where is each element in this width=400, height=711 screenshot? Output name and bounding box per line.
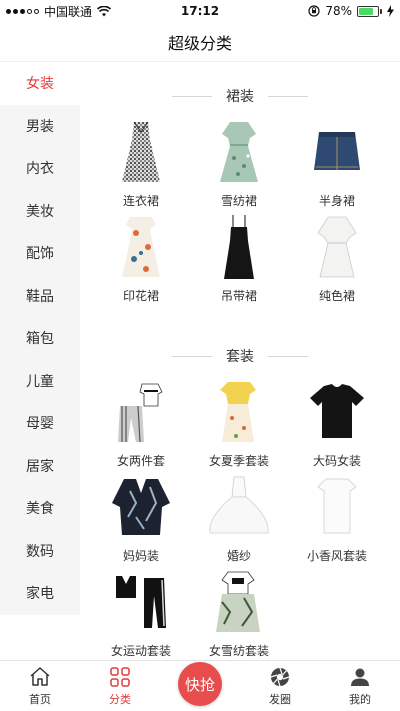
grid-item-plus-size[interactable]: 大码女装: [288, 378, 386, 473]
slip-dress-icon: [204, 213, 274, 283]
battery-icon: [357, 5, 382, 17]
tab-label: 分类: [109, 693, 131, 706]
item-label: 连衣裙: [122, 194, 159, 208]
item-label: 女两件套: [116, 454, 165, 468]
item-label: 妈妈装: [122, 549, 159, 563]
status-left: 中国联通: [6, 3, 112, 20]
status-bar: 中国联通 17:12 78%: [0, 0, 400, 22]
grid-item-dress[interactable]: 连衣裙: [92, 118, 190, 213]
sidebar-item-beauty[interactable]: 美妆: [0, 190, 80, 233]
plus-size-tee-icon: [302, 378, 372, 448]
floral-chiffon-dress-icon: [204, 118, 274, 188]
tab-moments[interactable]: 发圈: [240, 661, 320, 711]
home-icon: [30, 667, 50, 686]
sidebar-item-bags[interactable]: 箱包: [0, 317, 80, 360]
mom-outfit-icon: [106, 473, 176, 543]
carrier-name: 中国联通: [44, 4, 93, 19]
page-title: 超级分类: [167, 33, 232, 53]
sidebar-item-home[interactable]: 居家: [0, 445, 80, 488]
grid-item-sport-set[interactable]: 女运动套装: [92, 568, 190, 660]
gingham-dress-icon: [106, 118, 176, 188]
section-header-dresses: 裙装: [80, 74, 400, 118]
item-label: 女雪纺套装: [208, 644, 269, 658]
aperture-icon: [270, 667, 290, 687]
category-icon: [110, 667, 130, 687]
grid-item-summer-set[interactable]: 女夏季套装: [190, 378, 288, 473]
divider: [268, 355, 308, 357]
sport-set-icon: [106, 568, 176, 638]
grid-item-wedding-dress[interactable]: 婚纱: [190, 473, 288, 568]
print-dress-icon: [106, 213, 176, 283]
sidebar-item-kids[interactable]: 儿童: [0, 360, 80, 403]
item-label: 半身裙: [318, 194, 355, 208]
divider: [172, 95, 212, 97]
summer-set-icon: [204, 378, 274, 448]
nav-bar: 超级分类: [0, 22, 400, 62]
divider: [172, 355, 212, 357]
signal-strength-icon: [6, 8, 39, 14]
flash-sale-button[interactable]: 快抢: [178, 662, 222, 706]
battery-percent: 78%: [325, 4, 352, 18]
sidebar-item-womens[interactable]: 女装: [0, 62, 80, 105]
sidebar-item-accessories[interactable]: 配饰: [0, 232, 80, 275]
tab-flash-sale[interactable]: 快抢: [160, 661, 240, 711]
denim-skirt-icon: [302, 118, 372, 188]
grid-item-chiffon-dress[interactable]: 雪纺裙: [190, 118, 288, 213]
status-time: 17:12: [180, 4, 220, 18]
wedding-dress-icon: [204, 473, 274, 543]
sidebar-item-baby[interactable]: 母婴: [0, 402, 80, 445]
item-label: 婚纱: [226, 549, 251, 563]
item-label: 女夏季套装: [208, 454, 269, 468]
item-label: 印花裙: [122, 289, 159, 303]
two-piece-set-icon: [106, 378, 176, 448]
wifi-icon: [97, 5, 112, 16]
dresses-grid: 连衣裙 雪纺裙 半身裙 印花裙 吊带裙 纯色裙: [80, 118, 400, 308]
user-icon: [351, 668, 369, 686]
tab-label: 发圈: [269, 693, 291, 706]
sidebar-item-digital[interactable]: 数码: [0, 530, 80, 573]
sidebar-item-underwear[interactable]: 内衣: [0, 147, 80, 190]
item-label: 女运动套装: [110, 644, 171, 658]
grid-item-skirt[interactable]: 半身裙: [288, 118, 386, 213]
orientation-lock-icon: [308, 5, 320, 17]
grid-item-chiffon-set[interactable]: 女雪纺套装: [190, 568, 288, 660]
white-dress-icon: [302, 213, 372, 283]
chanel-style-dress-icon: [302, 473, 372, 543]
grid-item-two-piece[interactable]: 女两件套: [92, 378, 190, 473]
tab-label: 我的: [349, 693, 371, 706]
item-label: 雪纺裙: [220, 194, 257, 208]
category-content: 裙装 连衣裙 雪纺裙 半身裙 印花裙 吊带裙 纯色裙 套装 女两件套 女夏季套装…: [80, 62, 400, 660]
category-sidebar: 女装 男装 内衣 美妆 配饰 鞋品 箱包 儿童 母婴 居家 美食 数码 家电: [0, 62, 80, 615]
tab-home[interactable]: 首页: [0, 661, 80, 711]
section-title: 套装: [226, 349, 254, 365]
tab-category[interactable]: 分类: [80, 661, 160, 711]
item-label: 吊带裙: [220, 289, 257, 303]
grid-item-mom-outfit[interactable]: 妈妈装: [92, 473, 190, 568]
chiffon-set-icon: [204, 568, 274, 638]
sidebar-item-mens[interactable]: 男装: [0, 105, 80, 148]
grid-item-slip-dress[interactable]: 吊带裙: [190, 213, 288, 308]
grid-item-chanel-style[interactable]: 小香风套装: [288, 473, 386, 568]
sidebar-item-food[interactable]: 美食: [0, 487, 80, 530]
tab-label: 首页: [29, 693, 51, 706]
section-header-sets: 套装: [80, 334, 400, 378]
bottom-tab-bar: 首页 分类 快抢 发圈 我的: [0, 660, 400, 711]
sidebar-item-appliances[interactable]: 家电: [0, 572, 80, 615]
divider: [268, 95, 308, 97]
section-title: 裙装: [226, 89, 254, 105]
status-right: 78%: [308, 4, 394, 18]
item-label: 纯色裙: [318, 289, 355, 303]
sets-grid: 女两件套 女夏季套装 大码女装 妈妈装 婚纱 小香风套装 女运动套装 女雪纺套装: [80, 378, 400, 660]
charging-bolt-icon: [387, 5, 394, 17]
item-label: 小香风套装: [306, 549, 367, 563]
sidebar-item-shoes[interactable]: 鞋品: [0, 275, 80, 318]
grid-item-print-dress[interactable]: 印花裙: [92, 213, 190, 308]
item-label: 大码女装: [312, 454, 361, 468]
grid-item-solid-dress[interactable]: 纯色裙: [288, 213, 386, 308]
tab-profile[interactable]: 我的: [320, 661, 400, 711]
